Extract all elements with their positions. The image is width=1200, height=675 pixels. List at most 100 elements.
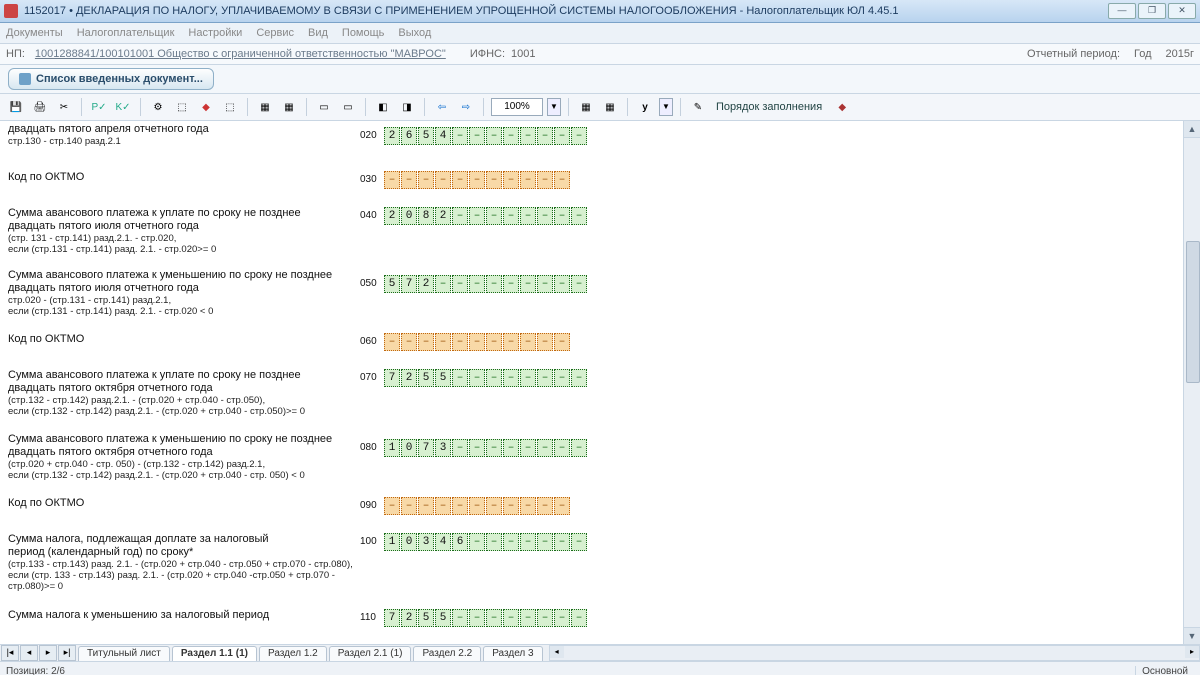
zoom-value[interactable]: 100% (491, 98, 543, 116)
value-cell[interactable]: 2 (384, 127, 400, 145)
value-cell[interactable] (486, 439, 502, 457)
tool-icon[interactable]: ▦ (576, 97, 596, 117)
value-cell[interactable] (452, 609, 468, 627)
tool-icon[interactable]: ⬚ (172, 97, 192, 117)
value-cells[interactable]: 2082 (384, 207, 587, 225)
value-cell[interactable] (469, 333, 485, 351)
menu-item[interactable]: Сервис (256, 27, 294, 39)
value-cell[interactable]: 5 (418, 369, 434, 387)
value-cell[interactable]: 2 (384, 207, 400, 225)
value-cell[interactable]: 5 (384, 275, 400, 293)
value-cell[interactable] (537, 497, 553, 515)
value-cell[interactable]: 2 (435, 207, 451, 225)
value-cell[interactable]: 6 (452, 533, 468, 551)
value-cell[interactable] (469, 171, 485, 189)
value-cell[interactable] (503, 333, 519, 351)
scroll-thumb[interactable] (1186, 241, 1200, 383)
sheet-tab[interactable]: Титульный лист (78, 646, 170, 661)
value-cell[interactable] (520, 333, 536, 351)
arrow-left-icon[interactable]: ⇦ (432, 97, 452, 117)
value-cell[interactable] (418, 497, 434, 515)
value-cell[interactable]: 2 (401, 609, 417, 627)
value-cell[interactable] (554, 497, 570, 515)
value-cell[interactable] (520, 369, 536, 387)
tab-nav-last[interactable]: ▸| (58, 645, 76, 661)
print-icon[interactable]: 🖨 (30, 97, 50, 117)
maximize-button[interactable]: ❐ (1138, 3, 1166, 19)
value-cell[interactable]: 5 (435, 369, 451, 387)
value-cell[interactable] (401, 497, 417, 515)
value-cell[interactable]: 7 (418, 439, 434, 457)
value-cell[interactable] (503, 609, 519, 627)
value-cell[interactable] (469, 497, 485, 515)
value-cell[interactable] (469, 275, 485, 293)
tool-icon[interactable]: ▭ (314, 97, 334, 117)
sheet-tab[interactable]: Раздел 2.1 (1) (329, 646, 412, 661)
menu-item[interactable]: Настройки (188, 27, 242, 39)
value-cell[interactable] (520, 533, 536, 551)
value-cell[interactable]: 2 (418, 275, 434, 293)
value-cell[interactable] (486, 609, 502, 627)
menu-item[interactable]: Помощь (342, 27, 385, 39)
value-cell[interactable] (554, 333, 570, 351)
value-cell[interactable] (435, 333, 451, 351)
tab-nav-next[interactable]: ▸ (39, 645, 57, 661)
np-link[interactable]: 1001288841/100101001 Общество с ограниче… (35, 48, 446, 60)
value-cell[interactable]: 8 (418, 207, 434, 225)
value-cell[interactable]: 4 (435, 127, 451, 145)
value-cell[interactable]: 7 (384, 609, 400, 627)
value-cell[interactable]: 4 (435, 533, 451, 551)
value-cell[interactable] (452, 369, 468, 387)
tab-nav-first[interactable]: |◂ (1, 645, 19, 661)
value-cell[interactable] (571, 609, 587, 627)
zoom-dropdown[interactable]: ▼ (547, 98, 561, 116)
value-cell[interactable]: 1 (384, 439, 400, 457)
book-icon[interactable]: ◆ (832, 97, 852, 117)
value-cell[interactable] (469, 369, 485, 387)
value-cell[interactable] (452, 439, 468, 457)
value-cell[interactable] (537, 333, 553, 351)
value-cell[interactable]: 0 (401, 207, 417, 225)
arrow-right-icon[interactable]: ⇨ (456, 97, 476, 117)
value-cell[interactable] (503, 497, 519, 515)
value-cell[interactable] (486, 171, 502, 189)
value-cells[interactable]: 2654 (384, 127, 587, 145)
value-cell[interactable] (486, 275, 502, 293)
tool-dropdown[interactable]: ▼ (659, 98, 673, 116)
value-cell[interactable] (401, 333, 417, 351)
value-cell[interactable] (537, 275, 553, 293)
value-cell[interactable] (571, 275, 587, 293)
value-cell[interactable]: 0 (401, 533, 417, 551)
scroll-up-icon[interactable]: ▲ (1184, 121, 1200, 138)
tool-icon[interactable]: ▦ (279, 97, 299, 117)
tool-icon[interactable]: ▦ (600, 97, 620, 117)
value-cell[interactable]: 2 (401, 369, 417, 387)
value-cell[interactable] (486, 127, 502, 145)
value-cells[interactable]: 572 (384, 275, 587, 293)
horizontal-scrollbar[interactable]: ◂ ▸ (549, 645, 1200, 661)
value-cell[interactable] (571, 533, 587, 551)
value-cell[interactable] (418, 333, 434, 351)
value-cell[interactable] (537, 207, 553, 225)
value-cells[interactable]: 1073 (384, 439, 587, 457)
value-cell[interactable] (571, 369, 587, 387)
value-cell[interactable] (503, 439, 519, 457)
value-cell[interactable]: 0 (401, 439, 417, 457)
value-cell[interactable] (486, 497, 502, 515)
value-cell[interactable] (503, 369, 519, 387)
value-cell[interactable] (469, 439, 485, 457)
value-cell[interactable] (452, 127, 468, 145)
menu-item[interactable]: Выход (398, 27, 431, 39)
value-cell[interactable]: 3 (418, 533, 434, 551)
value-cell[interactable] (452, 275, 468, 293)
value-cell[interactable] (435, 171, 451, 189)
value-cell[interactable] (384, 497, 400, 515)
menu-item[interactable]: Документы (6, 27, 63, 39)
value-cell[interactable] (435, 275, 451, 293)
value-cell[interactable] (486, 369, 502, 387)
value-cell[interactable] (554, 171, 570, 189)
value-cell[interactable] (503, 127, 519, 145)
menu-item[interactable]: Налогоплательщик (77, 27, 175, 39)
value-cell[interactable] (520, 207, 536, 225)
scroll-left-icon[interactable]: ◂ (550, 646, 564, 658)
